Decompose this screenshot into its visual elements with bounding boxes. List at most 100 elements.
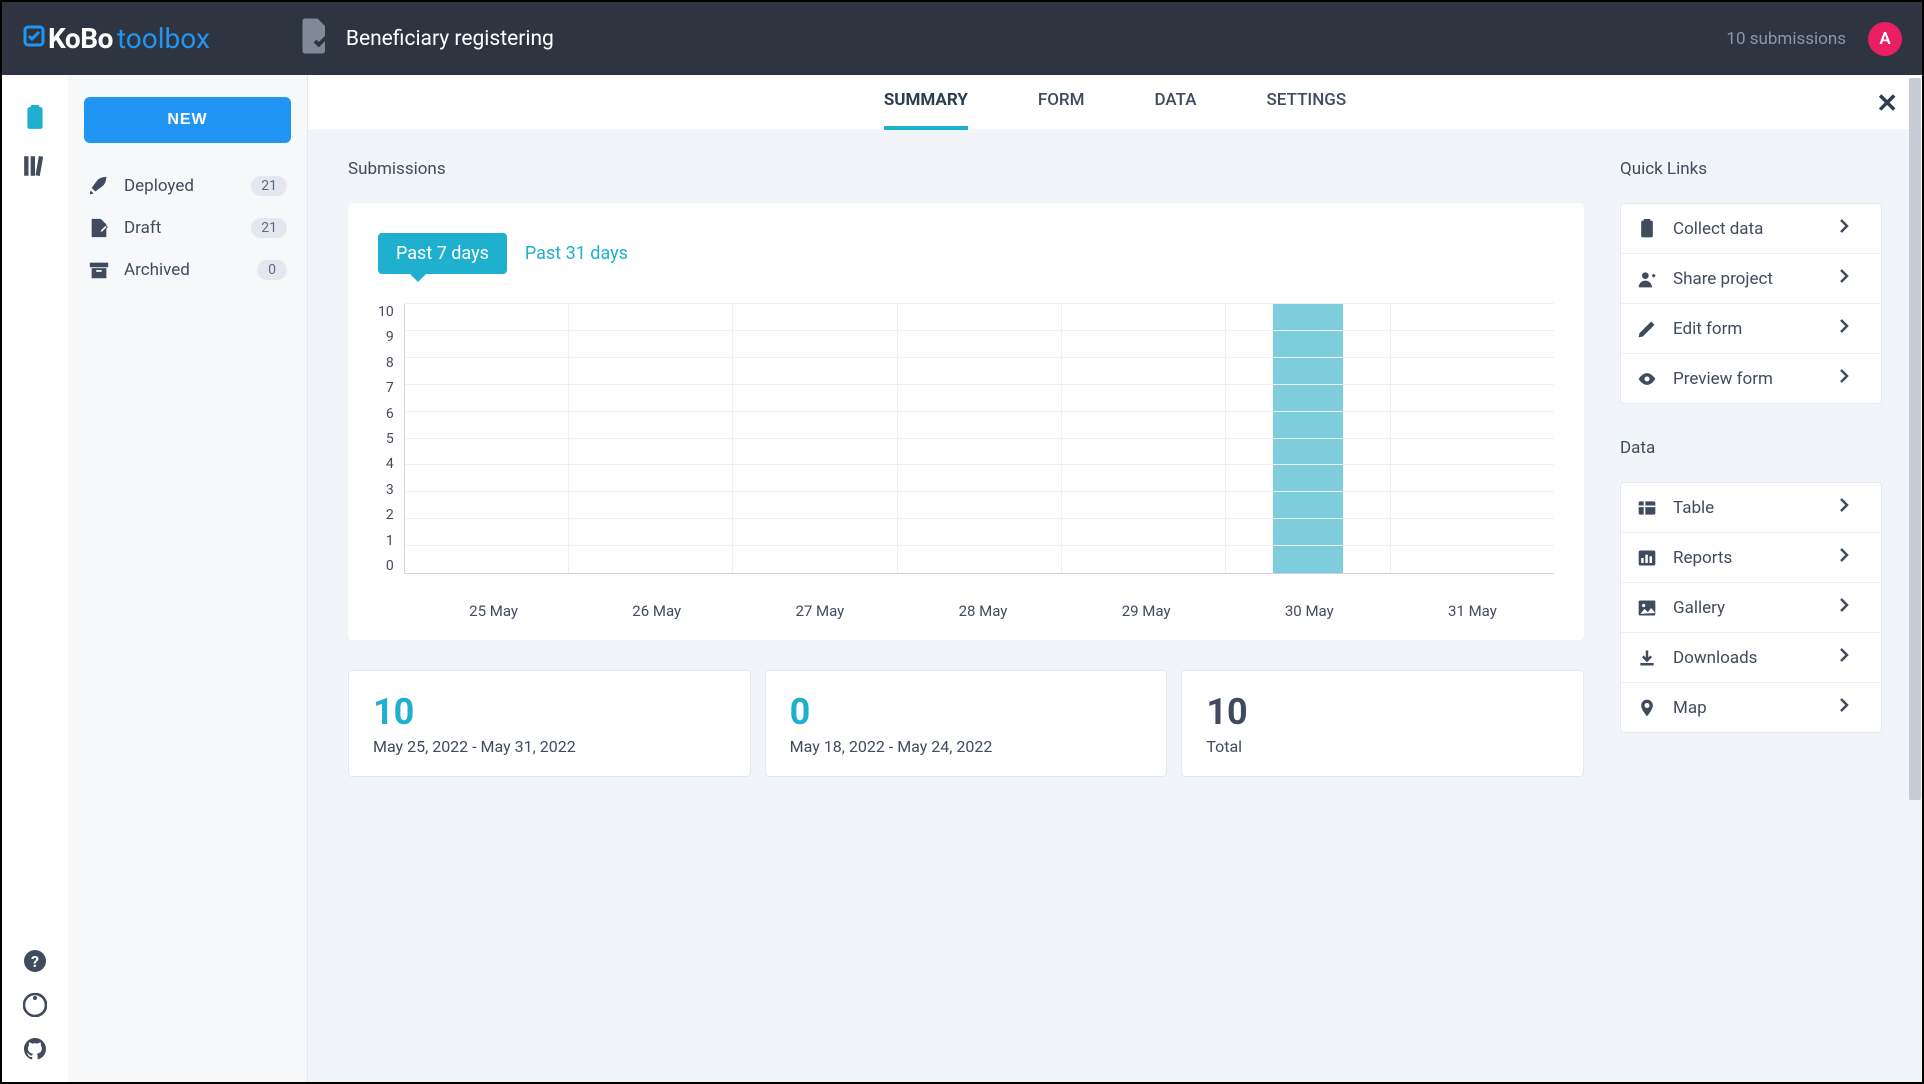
- right-column: Quick Links Collect data Share project Edi…: [1620, 159, 1882, 1052]
- chart-x-label: 31 May: [1391, 594, 1554, 620]
- stat-value: 10: [1206, 691, 1559, 733]
- range-past-31[interactable]: Past 31 days: [507, 233, 646, 274]
- chevron-right-icon: [1839, 368, 1865, 389]
- chart-x-label: 30 May: [1228, 594, 1391, 620]
- chevron-right-icon: [1839, 218, 1865, 239]
- quick-link-preview-form[interactable]: Preview form: [1621, 354, 1881, 403]
- link-label: Table: [1673, 498, 1714, 518]
- quick-link-share-project[interactable]: Share project: [1621, 254, 1881, 304]
- chevron-right-icon: [1839, 647, 1865, 668]
- data-link-table[interactable]: Table: [1621, 483, 1881, 533]
- svg-text:?: ?: [31, 952, 39, 971]
- quick-link-collect-data[interactable]: Collect data: [1621, 204, 1881, 254]
- github-icon[interactable]: [22, 1036, 48, 1062]
- chart-card: Past 7 days Past 31 days 109876543210 25…: [348, 203, 1584, 640]
- stat-sub: May 18, 2022 - May 24, 2022: [790, 737, 1143, 756]
- data-link-map[interactable]: Map: [1621, 683, 1881, 732]
- link-label: Map: [1673, 698, 1707, 718]
- stat-value: 10: [373, 691, 726, 733]
- rail-library-icon[interactable]: [22, 153, 48, 179]
- project-title: Beneficiary registering: [346, 27, 554, 51]
- submissions-section: Submissions Past 7 days Past 31 days 109…: [348, 159, 1584, 1052]
- link-label: Collect data: [1673, 219, 1763, 239]
- stat-value: 0: [790, 691, 1143, 733]
- data-link-downloads[interactable]: Downloads: [1621, 633, 1881, 683]
- chart-bar[interactable]: [405, 304, 569, 573]
- chart-y-axis: 109876543210: [378, 304, 404, 574]
- close-icon[interactable]: ✕: [1876, 89, 1898, 119]
- chart-bar[interactable]: [898, 304, 1062, 573]
- brand-logo[interactable]: KoBo toolbox: [22, 22, 210, 55]
- tab-bar: SUMMARY FORM DATA SETTINGS ✕: [308, 75, 1922, 129]
- chart: 109876543210: [378, 304, 1554, 594]
- help-icon[interactable]: ?: [22, 948, 48, 974]
- sidebar-item-deployed[interactable]: Deployed 21: [84, 165, 291, 207]
- chevron-right-icon: [1839, 268, 1865, 289]
- chart-bar[interactable]: [1391, 304, 1554, 573]
- chart-x-label: 26 May: [575, 594, 738, 620]
- link-label: Preview form: [1673, 369, 1773, 389]
- link-label: Downloads: [1673, 648, 1757, 668]
- chevron-right-icon: [1839, 318, 1865, 339]
- app-header: KoBo toolbox Beneficiary registering 10 …: [2, 2, 1922, 75]
- link-label: Reports: [1673, 548, 1732, 568]
- link-label: Edit form: [1673, 319, 1742, 339]
- chart-bar[interactable]: [733, 304, 897, 573]
- stat-cards: 10 May 25, 2022 - May 31, 2022 0 May 18, 20…: [348, 670, 1584, 777]
- stat-card: 10 Total: [1181, 670, 1584, 777]
- nav-rail: ?: [2, 75, 68, 1082]
- stat-sub: May 25, 2022 - May 31, 2022: [373, 737, 726, 756]
- chevron-right-icon: [1839, 697, 1865, 718]
- section-title-submissions: Submissions: [348, 159, 1584, 179]
- new-button[interactable]: NEW: [84, 97, 291, 143]
- chart-x-label: 27 May: [738, 594, 901, 620]
- range-past-7[interactable]: Past 7 days: [378, 233, 507, 274]
- avatar[interactable]: A: [1868, 22, 1902, 56]
- project-title-wrap: Beneficiary registering: [300, 18, 554, 60]
- chart-x-axis: 25 May26 May27 May28 May29 May30 May31 M…: [412, 594, 1554, 620]
- tab-summary[interactable]: SUMMARY: [884, 75, 968, 130]
- link-label: Share project: [1673, 269, 1773, 289]
- chart-bar[interactable]: [1062, 304, 1226, 573]
- scrollbar[interactable]: [1908, 74, 1922, 1082]
- link-label: Gallery: [1673, 598, 1725, 618]
- rail-projects-icon[interactable]: [22, 105, 48, 131]
- main-panel: SUMMARY FORM DATA SETTINGS ✕ Submissions…: [308, 75, 1922, 1082]
- chart-bar[interactable]: [569, 304, 733, 573]
- logo-check-icon: [22, 22, 46, 55]
- sidebar-item-label: Draft: [124, 218, 161, 238]
- data-link-reports[interactable]: Reports: [1621, 533, 1881, 583]
- chart-x-label: 29 May: [1065, 594, 1228, 620]
- brand-kobo: KoBo: [48, 22, 113, 55]
- chevron-right-icon: [1839, 497, 1865, 518]
- sidebar-item-archived[interactable]: Archived 0: [84, 249, 291, 291]
- sidebar-item-draft[interactable]: Draft 21: [84, 207, 291, 249]
- quick-links-list: Collect data Share project Edit form Previe…: [1620, 203, 1882, 404]
- sidebar-item-label: Deployed: [124, 176, 194, 196]
- data-links-list: Table Reports Gallery Downloads Map: [1620, 482, 1882, 733]
- section-title-quick-links: Quick Links: [1620, 159, 1882, 179]
- quick-link-edit-form[interactable]: Edit form: [1621, 304, 1881, 354]
- sidebar: NEW Deployed 21 Draft 21 Archived 0: [68, 75, 308, 1082]
- chart-bars: [405, 304, 1554, 573]
- stat-card: 10 May 25, 2022 - May 31, 2022: [348, 670, 751, 777]
- sidebar-item-count: 21: [251, 176, 287, 196]
- sidebar-item-label: Archived: [124, 260, 190, 280]
- tab-settings[interactable]: SETTINGS: [1267, 75, 1347, 130]
- sidebar-item-count: 0: [257, 260, 287, 280]
- sidebar-item-count: 21: [251, 218, 287, 238]
- submission-count[interactable]: 10 submissions: [1726, 29, 1846, 49]
- source-icon[interactable]: [22, 992, 48, 1018]
- tab-data[interactable]: DATA: [1155, 75, 1197, 130]
- chart-plot: [404, 304, 1554, 574]
- stat-sub: Total: [1206, 737, 1559, 756]
- chart-x-label: 28 May: [901, 594, 1064, 620]
- chart-bar[interactable]: [1226, 304, 1390, 573]
- section-title-data: Data: [1620, 438, 1882, 458]
- data-link-gallery[interactable]: Gallery: [1621, 583, 1881, 633]
- tab-form[interactable]: FORM: [1038, 75, 1085, 130]
- chart-x-label: 25 May: [412, 594, 575, 620]
- chevron-right-icon: [1839, 547, 1865, 568]
- form-icon: [300, 18, 330, 60]
- stat-card: 0 May 18, 2022 - May 24, 2022: [765, 670, 1168, 777]
